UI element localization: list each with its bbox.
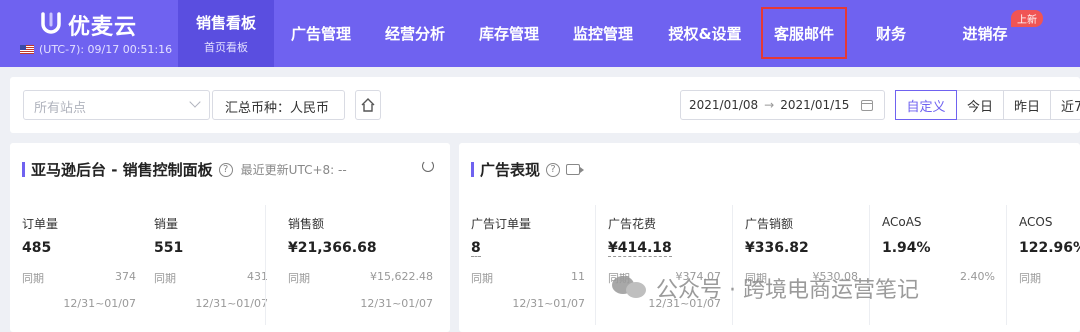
range-custom-button[interactable]: 自定义 <box>895 90 957 120</box>
metric-compare-range: 12/31~01/07 <box>360 297 433 310</box>
nav-label: 客服邮件 <box>773 24 834 43</box>
metric-compare-label: 同期 <box>22 272 44 285</box>
metric-compare-label: 同期 <box>471 272 493 285</box>
metric-label: 广告花费 <box>608 217 657 231</box>
metric-label: ACoAS <box>882 215 922 229</box>
calendar-icon <box>861 99 874 111</box>
metric-compare-value: 2.40% <box>960 270 995 283</box>
metric-ad-orders[interactable]: 广告订单量 8 同期 11 12/31~01/07 <box>459 205 595 325</box>
home-button[interactable] <box>355 90 381 120</box>
nav-label: 销售看板 <box>195 14 256 32</box>
top-nav: 优麦云 (UTC-7): 09/17 00:51:16 销售看板 首页看板 广告… <box>0 0 1080 67</box>
site-select[interactable]: 所有站点 <box>23 90 210 120</box>
help-icon[interactable]: ? <box>218 162 233 177</box>
metric-compare-value: 11 <box>571 270 585 283</box>
sales-dashboard-panel: 亚马逊后台 - 销售控制面板 ? 最近更新UTC+8: -- 订单量 485 同… <box>10 143 450 332</box>
metric-ad-spend[interactable]: 广告花费 ¥414.18 同期 ¥374.07 12/31~01/07 <box>595 205 731 325</box>
metric-label: 广告销额 <box>745 217 794 231</box>
metric-compare-label: 同期 <box>1019 272 1041 285</box>
us-flag-icon <box>20 45 34 54</box>
nav-business-analysis[interactable]: 经营分析 <box>368 0 462 67</box>
watermark: 公众号 · 跨境电商运营笔记 <box>612 272 919 304</box>
metric-acoas[interactable]: ACoAS 1.94% 2.40% <box>869 205 1005 325</box>
date-end: 2021/01/15 <box>780 98 850 112</box>
metric-value: 551 <box>154 240 184 256</box>
help-icon[interactable]: ? <box>546 162 561 177</box>
date-start: 2021/01/08 <box>689 98 759 112</box>
home-icon <box>361 98 375 112</box>
ads-panel-title: 广告表现 <box>480 161 541 179</box>
nav-label: 库存管理 <box>478 25 539 43</box>
nav-sales-dashboard[interactable]: 销售看板 首页看板 <box>178 0 274 67</box>
refresh-icon[interactable] <box>422 160 434 172</box>
nav-label: 进销存 <box>962 25 1008 43</box>
metric-value: 122.96% <box>1019 240 1080 256</box>
metric-compare-value: 374 <box>115 270 136 283</box>
watermark-text: 公众号 · 跨境电商运营笔记 <box>656 278 919 303</box>
nav-finance[interactable]: 财务 <box>847 0 935 67</box>
currency-select[interactable]: 汇总币种：人民币 <box>212 90 345 120</box>
metric-compare-label: 同期 <box>154 272 176 285</box>
brand[interactable]: 优麦云 (UTC-7): 09/17 00:51:16 <box>0 0 176 67</box>
nav-label: 授权&设置 <box>668 25 742 43</box>
metric-label: 销售额 <box>288 217 325 231</box>
metric-value: ¥414.18 <box>608 240 672 257</box>
metric-value: 8 <box>471 240 481 257</box>
metric-compare-label: 同期 <box>288 272 310 285</box>
nav-ad-management[interactable]: 广告管理 <box>274 0 368 67</box>
metric-value: 485 <box>22 240 52 256</box>
sales-panel-title: 亚马逊后台 - 销售控制面板 <box>31 161 213 179</box>
nav-label: 财务 <box>875 25 906 43</box>
last-updated: 最近更新UTC+8: -- <box>240 163 347 177</box>
metric-compare-range: 12/31~01/07 <box>63 297 136 310</box>
metric-compare-range: 12/31~01/07 <box>195 297 268 310</box>
metric-compare-value: ¥15,622.48 <box>370 270 433 283</box>
filter-bar: 所有站点 汇总币种：人民币 2021/01/08 → 2021/01/15 自定… <box>10 77 1080 133</box>
metric-value: ¥21,366.68 <box>288 240 377 256</box>
nav-label: 经营分析 <box>384 25 445 43</box>
nav-label: 监控管理 <box>572 25 633 43</box>
metric-acos[interactable]: ACOS 122.96% 同期 <box>1006 205 1080 325</box>
metric-ad-sales[interactable]: 广告销额 ¥336.82 同期 ¥530.08 <box>732 205 868 325</box>
title-accent-bar <box>22 162 25 177</box>
date-range-picker[interactable]: 2021/01/08 → 2021/01/15 <box>680 90 885 120</box>
range-last7-button[interactable]: 近7 <box>1050 90 1080 120</box>
range-today-button[interactable]: 今日 <box>956 90 1004 120</box>
logo-icon <box>41 12 61 34</box>
metric-label: 广告订单量 <box>471 217 532 231</box>
wechat-icon <box>612 274 648 302</box>
brand-name: 优麦云 <box>68 15 138 40</box>
video-icon[interactable] <box>566 164 585 175</box>
metric-label: ACOS <box>1019 215 1053 229</box>
title-accent-bar <box>471 162 474 177</box>
metric-compare-range: 12/31~01/07 <box>512 297 585 310</box>
metric-value: ¥336.82 <box>745 240 809 256</box>
nav-auth-settings[interactable]: 授权&设置 <box>650 0 760 67</box>
new-badge: 上新 <box>1011 10 1043 27</box>
chevron-down-icon <box>189 96 201 108</box>
panel-title: 亚马逊后台 - 销售控制面板 ? 最近更新UTC+8: -- <box>22 159 347 180</box>
metric-label: 订单量 <box>22 217 59 231</box>
metric-value: 1.94% <box>882 240 931 256</box>
date-arrow: → <box>764 98 775 112</box>
metric-sales-amount[interactable]: 销售额 ¥21,366.68 同期 ¥15,622.48 12/31~01/07 <box>265 205 445 325</box>
nav-monitoring[interactable]: 监控管理 <box>556 0 650 67</box>
nav-customer-email[interactable]: 客服邮件 <box>761 7 847 59</box>
nav-inventory[interactable]: 库存管理 <box>462 0 556 67</box>
timezone-clock: (UTC-7): 09/17 00:51:16 <box>20 43 172 56</box>
site-select-placeholder: 所有站点 <box>34 101 87 116</box>
nav-label: 广告管理 <box>290 25 351 43</box>
metric-units[interactable]: 销量 551 同期 431 12/31~01/07 <box>142 205 278 325</box>
panel-title: 广告表现 ? <box>471 159 585 180</box>
timezone-text: (UTC-7): 09/17 00:51:16 <box>39 43 173 56</box>
nav-sub-label: 首页看板 <box>204 41 248 54</box>
metric-orders[interactable]: 订单量 485 同期 374 12/31~01/07 <box>10 205 146 325</box>
metric-label: 销量 <box>154 217 179 231</box>
range-yesterday-button[interactable]: 昨日 <box>1003 90 1051 120</box>
